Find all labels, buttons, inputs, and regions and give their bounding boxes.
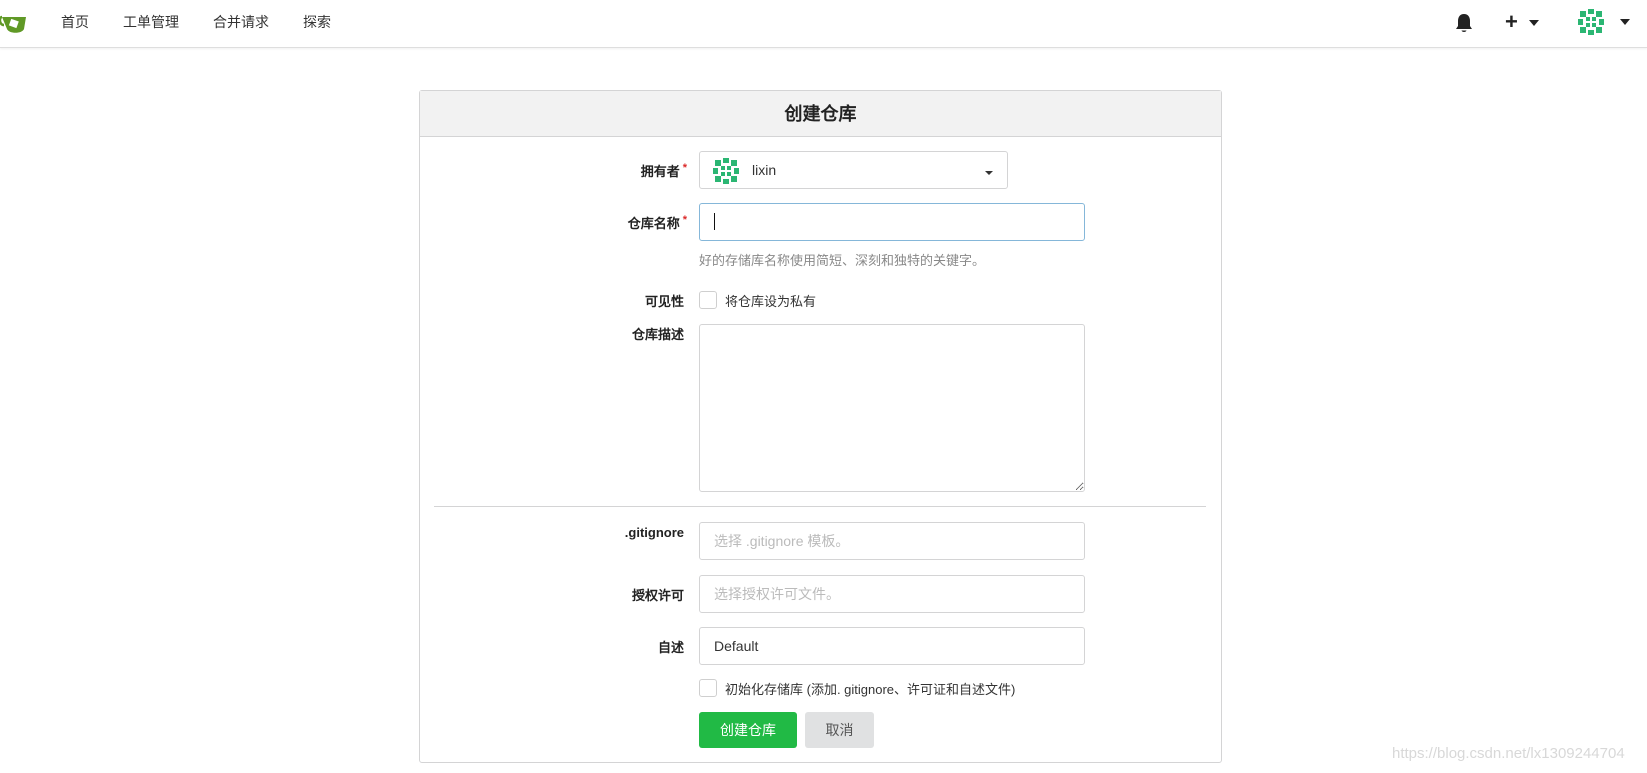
gitignore-label: .gitignore (624, 525, 684, 540)
nav-issues-link[interactable]: 工单管理 (106, 0, 196, 46)
repo-name-label-text: 仓库名称 (627, 216, 680, 231)
private-checkbox-label[interactable]: 将仓库设为私有 (725, 291, 816, 310)
owner-avatar-icon (713, 158, 739, 184)
repo-name-help: 好的存储库名称使用简短、深刻和独特的关键字。 (699, 253, 986, 268)
repo-name-label: 仓库名称 * (600, 213, 687, 232)
repo-name-input[interactable] (699, 203, 1085, 241)
nav-home-link[interactable]: 首页 (44, 0, 106, 46)
auto-init-checkbox[interactable] (699, 679, 717, 697)
nav-explore-link[interactable]: 探索 (286, 0, 348, 46)
description-textarea[interactable] (699, 324, 1085, 492)
owner-label: 拥有者 * (600, 161, 687, 180)
chevron-down-icon (1529, 20, 1539, 26)
private-checkbox[interactable] (699, 291, 717, 309)
license-label: 授权许可 (631, 588, 684, 603)
owner-label-text: 拥有者 (640, 164, 680, 179)
watermark-text: https://blog.csdn.net/lx1309244704 (1392, 745, 1625, 762)
auto-init-checkbox-label[interactable]: 初始化存储库 (添加. gitignore、许可证和自述文件) (725, 679, 1015, 698)
readme-label: 自述 (657, 640, 684, 655)
create-new-menu[interactable]: + (1505, 9, 1545, 34)
create-repo-button[interactable]: 创建仓库 (699, 712, 797, 748)
description-label: 仓库描述 (631, 327, 684, 342)
text-cursor (714, 213, 715, 230)
user-menu[interactable] (1578, 9, 1634, 37)
dropdown-caret-icon (985, 171, 993, 175)
required-mark: * (682, 162, 687, 174)
form-divider (434, 506, 1206, 507)
gitea-logo-icon[interactable] (0, 9, 30, 37)
nav-pull-requests-link[interactable]: 合并请求 (196, 0, 286, 46)
plus-icon: + (1505, 9, 1518, 34)
required-mark: * (682, 214, 687, 226)
cancel-button[interactable]: 取消 (805, 712, 874, 748)
top-navbar: 首页 工单管理 合并请求 探索 + (0, 0, 1647, 48)
avatar (1578, 9, 1604, 40)
chevron-down-icon (1620, 19, 1630, 25)
bell-icon[interactable] (1455, 13, 1473, 33)
readme-select[interactable] (699, 627, 1085, 665)
owner-value: lixin (752, 162, 777, 178)
page-title: 创建仓库 (420, 91, 1221, 137)
visibility-label: 可见性 (644, 294, 684, 309)
gitignore-select[interactable] (699, 522, 1085, 560)
license-select[interactable] (699, 575, 1085, 613)
owner-dropdown[interactable]: lixin (699, 151, 1008, 189)
